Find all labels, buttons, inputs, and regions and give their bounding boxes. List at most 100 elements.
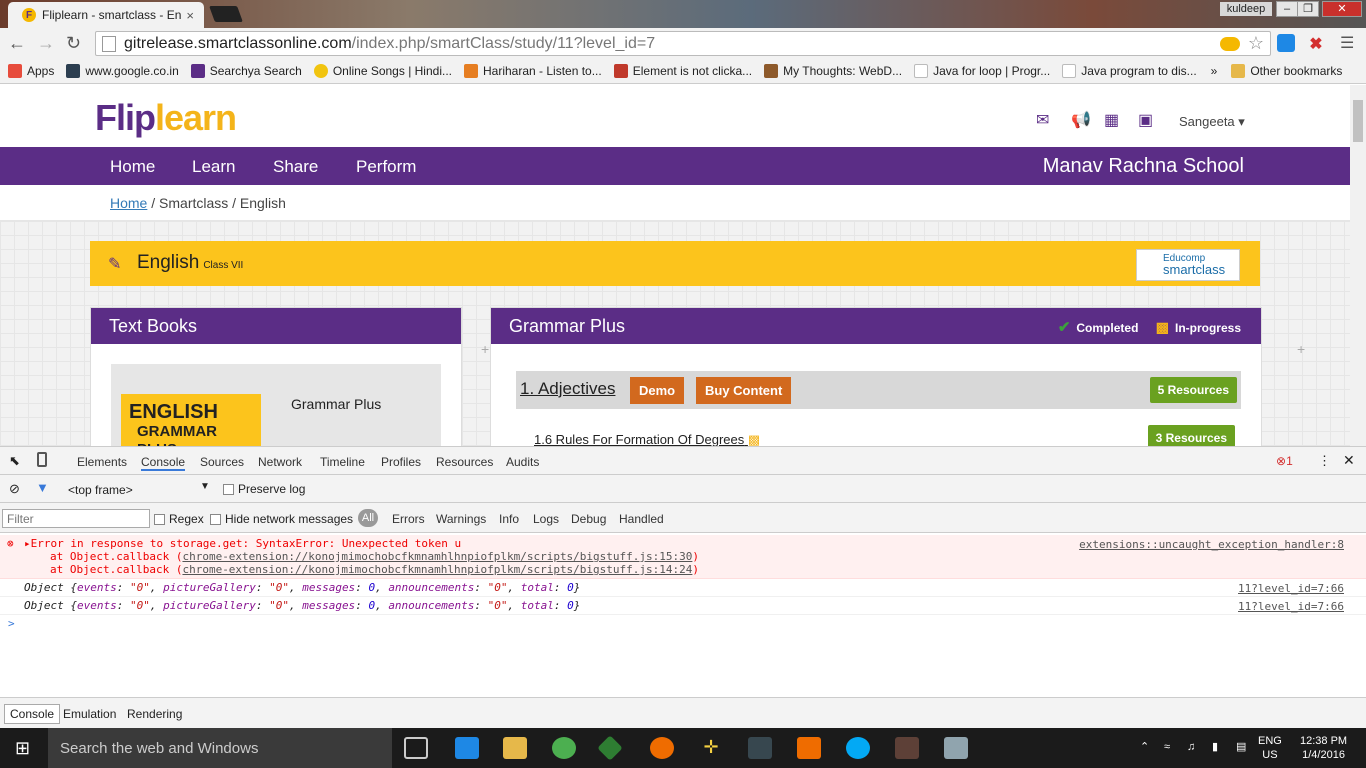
back-arrow-icon[interactable]: ← bbox=[8, 33, 26, 54]
taskbar-search[interactable]: Search the web and Windows bbox=[48, 728, 392, 768]
star-icon[interactable]: ☆ bbox=[1248, 33, 1264, 54]
expand-triangle-icon[interactable]: ▸ bbox=[24, 537, 31, 550]
extension-cross-icon[interactable]: ✖ bbox=[1307, 34, 1325, 53]
chapter-resources-badge[interactable]: 5 Resources bbox=[1149, 377, 1237, 403]
tab-resources[interactable]: Resources bbox=[436, 455, 493, 469]
forward-arrow-icon[interactable]: → bbox=[37, 33, 55, 54]
drawer-tab-emulation[interactable]: Emulation bbox=[63, 707, 116, 721]
firefox-icon[interactable] bbox=[650, 737, 674, 759]
dropdown-arrow-icon[interactable]: ▼ bbox=[200, 481, 210, 492]
reload-icon[interactable]: ↻ bbox=[66, 33, 81, 54]
app-icon[interactable] bbox=[748, 737, 772, 759]
user-menu[interactable]: Sangeeta ▾ bbox=[1179, 114, 1245, 130]
nav-home[interactable]: Home bbox=[110, 157, 155, 177]
nav-perform[interactable]: Perform bbox=[356, 157, 416, 177]
task-view-icon[interactable] bbox=[404, 737, 428, 759]
page-scrollbar[interactable] bbox=[1350, 85, 1366, 446]
paint-icon[interactable] bbox=[944, 737, 968, 759]
stack-link[interactable]: chrome-extension://konojmimochobcfkmnamh… bbox=[182, 550, 692, 563]
level-debug[interactable]: Debug bbox=[571, 512, 606, 526]
level-logs[interactable]: Logs bbox=[533, 512, 559, 526]
tab-network[interactable]: Network bbox=[258, 455, 302, 469]
drawer-tab-console[interactable]: Console bbox=[4, 704, 61, 724]
bookmark-hariharan[interactable]: Hariharan - Listen to... bbox=[464, 63, 602, 78]
mail-icon[interactable]: ✉ bbox=[1036, 110, 1056, 129]
device-mode-icon[interactable] bbox=[37, 452, 47, 467]
bookmark-java-loop[interactable]: Java for loop | Progr... bbox=[914, 63, 1050, 78]
subtopic-link[interactable]: 1.6 Rules For Formation Of Degrees ▩ bbox=[534, 432, 760, 446]
extension-badge-icon[interactable] bbox=[1219, 36, 1240, 51]
app-diamond-icon[interactable] bbox=[597, 735, 623, 761]
tab-console[interactable]: Console bbox=[141, 455, 186, 471]
bookmark-apps[interactable]: Apps bbox=[8, 63, 54, 78]
drawer-tab-rendering[interactable]: Rendering bbox=[127, 707, 182, 721]
demo-button[interactable]: Demo bbox=[630, 377, 685, 404]
fliplearn-logo[interactable]: Fliplearn bbox=[95, 97, 237, 139]
calendar-icon[interactable]: ▦ bbox=[1104, 110, 1124, 129]
menu-icon[interactable]: ☰ bbox=[1340, 33, 1354, 53]
other-bookmarks[interactable]: Other bookmarks bbox=[1231, 63, 1342, 78]
tab-audits[interactable]: Audits bbox=[506, 455, 539, 469]
bookmark-songs[interactable]: Online Songs | Hindi... bbox=[313, 63, 452, 78]
action-center-icon[interactable]: ▤ bbox=[1236, 740, 1246, 754]
volume-icon[interactable]: ♫ bbox=[1187, 740, 1195, 754]
tab-sources[interactable]: Sources bbox=[200, 455, 244, 469]
nav-learn[interactable]: Learn bbox=[192, 157, 235, 177]
console-filter-input[interactable] bbox=[2, 509, 150, 528]
clock[interactable]: 12:38 PM 1/4/2016 bbox=[1300, 734, 1347, 762]
minimize-button[interactable]: – bbox=[1276, 1, 1298, 17]
bookmark-java-program[interactable]: Java program to dis... bbox=[1062, 63, 1197, 78]
subtopic-resources-badge[interactable]: 3 Resources bbox=[1147, 425, 1235, 446]
close-devtools-icon[interactable]: ✕ bbox=[1343, 452, 1355, 469]
level-all[interactable]: All bbox=[358, 509, 378, 527]
wifi-icon[interactable]: ≈ bbox=[1164, 740, 1170, 754]
extension-icon[interactable] bbox=[1277, 34, 1295, 52]
filter-icon[interactable]: ▼ bbox=[36, 480, 49, 495]
app-icon[interactable] bbox=[895, 737, 919, 759]
battery-icon[interactable]: ▮ bbox=[1212, 740, 1218, 754]
browser-tab[interactable]: F Fliplearn - smartclass - En × bbox=[8, 2, 204, 28]
bookmark-searchya[interactable]: Searchya Search bbox=[190, 63, 302, 78]
window-close-button[interactable]: ✕ bbox=[1322, 1, 1362, 17]
edge-icon[interactable] bbox=[455, 737, 479, 759]
error-counter[interactable]: ⊗1 bbox=[1276, 454, 1293, 468]
level-handled[interactable]: Handled bbox=[619, 512, 664, 526]
level-warnings[interactable]: Warnings bbox=[436, 512, 486, 526]
error-source-link[interactable]: extensions::uncaught_exception_handler:8 bbox=[1079, 538, 1344, 551]
scrollbar-thumb[interactable] bbox=[1353, 100, 1363, 142]
inspect-element-icon[interactable]: ⬉ bbox=[9, 453, 20, 469]
bookmark-element[interactable]: Element is not clicka... bbox=[613, 63, 752, 78]
buy-content-button[interactable]: Buy Content bbox=[696, 377, 792, 404]
tool-icon[interactable]: ✛ bbox=[699, 737, 723, 759]
bookmarks-overflow-icon[interactable]: » bbox=[1211, 64, 1218, 78]
log-source-link[interactable]: 11?level_id=7:66 bbox=[1238, 600, 1344, 613]
megaphone-icon[interactable]: 📢 bbox=[1071, 110, 1091, 129]
frame-select[interactable]: <top frame> bbox=[68, 483, 133, 497]
skype-icon[interactable] bbox=[846, 737, 870, 759]
language-indicator[interactable]: ENG US bbox=[1258, 734, 1282, 762]
tab-profiles[interactable]: Profiles bbox=[381, 455, 421, 469]
tab-elements[interactable]: Elements bbox=[77, 455, 127, 469]
address-bar[interactable]: gitrelease.smartclassonline.com/index.ph… bbox=[95, 31, 1271, 56]
more-options-icon[interactable]: ⋮ bbox=[1318, 453, 1331, 469]
tab-timeline[interactable]: Timeline bbox=[320, 455, 365, 469]
chrome-icon[interactable] bbox=[552, 737, 576, 759]
maximize-button[interactable]: ❐ bbox=[1297, 1, 1319, 17]
console-prompt[interactable]: > bbox=[0, 615, 1366, 632]
regex-checkbox[interactable]: Regex bbox=[154, 512, 204, 526]
level-errors[interactable]: Errors bbox=[392, 512, 425, 526]
nav-share[interactable]: Share bbox=[273, 157, 318, 177]
outlook-icon[interactable] bbox=[797, 737, 821, 759]
bookmark-google[interactable]: www.google.co.in bbox=[66, 63, 179, 78]
breadcrumb-home[interactable]: Home bbox=[110, 195, 147, 211]
picture-gallery-icon[interactable]: ▣ bbox=[1138, 110, 1158, 129]
file-explorer-icon[interactable] bbox=[503, 737, 527, 759]
preserve-log-checkbox[interactable]: Preserve log bbox=[223, 482, 305, 496]
chapter-title[interactable]: 1. Adjectives bbox=[520, 379, 615, 399]
tray-chevron-icon[interactable]: ⌃ bbox=[1140, 740, 1149, 754]
profile-name[interactable]: kuldeep bbox=[1220, 2, 1272, 16]
level-info[interactable]: Info bbox=[499, 512, 519, 526]
textbook-card[interactable]: ENGLISH GRAMMAR PLUS Grammar Plus bbox=[111, 364, 441, 446]
tab-close-icon[interactable]: × bbox=[186, 8, 194, 23]
clear-console-icon[interactable]: ⊘ bbox=[9, 481, 20, 497]
